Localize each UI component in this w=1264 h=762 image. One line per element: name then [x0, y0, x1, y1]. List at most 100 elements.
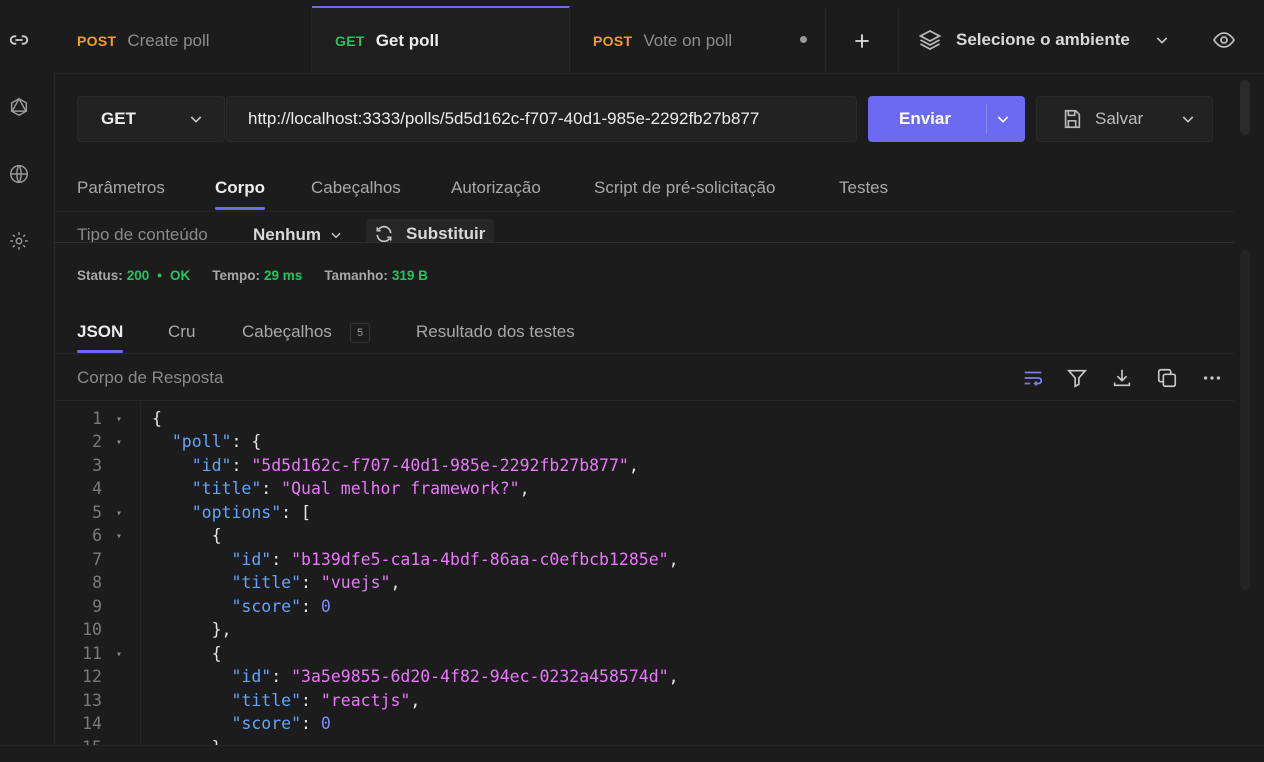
- new-tab-button[interactable]: [826, 8, 899, 73]
- line-number: 10: [82, 620, 102, 639]
- tab-tests[interactable]: Testes: [839, 178, 888, 198]
- tab-label: Create poll: [127, 30, 210, 50]
- link-icon[interactable]: [7, 28, 31, 52]
- refresh-icon: [376, 225, 392, 242]
- size-value: 319 B: [391, 268, 428, 283]
- more-icon[interactable]: [1200, 366, 1224, 390]
- code-line: "id": "3a5e9855-6d20-4f82-94ec-0232a4585…: [231, 667, 679, 686]
- replace-label: Substituir: [406, 224, 486, 242]
- chevron-down-icon: [1156, 37, 1168, 44]
- json-string: "vuejs": [320, 573, 391, 592]
- chevron-down-icon: [331, 232, 341, 239]
- line-number: 5: [92, 503, 102, 522]
- method-value: GET: [101, 109, 136, 128]
- json-key: "score": [231, 597, 302, 616]
- tab-body[interactable]: Corpo: [215, 178, 265, 198]
- code-line: "id": "5d5d162c-f707-40d1-985e-2292fb27b…: [191, 456, 639, 475]
- json-key: "id": [191, 456, 232, 475]
- tab-test-results[interactable]: Resultado dos testes: [416, 322, 575, 342]
- json-string: "Qual melhor framework?": [281, 479, 520, 498]
- gear-icon[interactable]: [7, 229, 31, 253]
- line-number: 12: [82, 667, 102, 686]
- code-line: "score": 0: [231, 714, 331, 733]
- tab-pre-request-script[interactable]: Script de pré-solicitação: [594, 178, 775, 198]
- layers-icon: [918, 29, 942, 51]
- json-number: 0: [320, 597, 331, 616]
- active-tab-indicator: [215, 207, 265, 210]
- json-string: "b139dfe5-ca1a-4bdf-86aa-c0efbcb1285e": [291, 550, 669, 569]
- download-icon[interactable]: [1110, 366, 1134, 390]
- json-string: "5d5d162c-f707-40d1-985e-2292fb27b877": [251, 456, 629, 475]
- copy-icon[interactable]: [1155, 366, 1179, 390]
- save-button[interactable]: Salvar: [1036, 96, 1213, 142]
- response-body-label: Corpo de Resposta: [77, 368, 224, 387]
- wrap-icon[interactable]: [1021, 366, 1045, 390]
- tab-get-poll[interactable]: GET Get poll: [312, 6, 570, 73]
- line-number: 4: [92, 479, 102, 498]
- tab-parameters[interactable]: Parâmetros: [77, 178, 165, 198]
- line-number: 6: [92, 526, 102, 545]
- fold-arrow-icon[interactable]: ▾: [116, 649, 122, 660]
- eye-icon[interactable]: [1212, 28, 1236, 57]
- save-label: Salvar: [1095, 109, 1144, 128]
- tab-label: Get poll: [375, 30, 439, 50]
- status-strip: [0, 745, 1264, 762]
- tab-label: Vote on poll: [643, 30, 733, 50]
- body-options-row: Tipo de conteúdo Nenhum Substituir: [54, 212, 1234, 242]
- json-key: "poll": [171, 432, 232, 451]
- tab-headers[interactable]: Cabeçalhos: [311, 178, 401, 198]
- response-body-editor[interactable]: 1 ▾ 2 ▾ 3 4 5 ▾ 6 ▾ 7 8 9 10 11 ▾ 12 13 14 15 { "poll": { "…: [54, 401, 1234, 745]
- headers-count-badge: 5: [350, 323, 370, 343]
- json-key: "options": [191, 503, 282, 522]
- fold-arrow-icon[interactable]: ▾: [116, 508, 122, 519]
- json-key: "title": [231, 573, 302, 592]
- tab-bar: POST Create poll GET Get poll POST Vote …: [54, 0, 1264, 74]
- code-line: {: [152, 526, 222, 545]
- tab-json[interactable]: JSON: [77, 322, 123, 342]
- line-number: 13: [82, 691, 102, 710]
- line-number: 2: [92, 432, 102, 451]
- scrollbar-thumb[interactable]: [1240, 80, 1250, 135]
- code-line: }: [152, 738, 222, 745]
- response-scrollbar[interactable]: [1240, 250, 1250, 590]
- tab-raw[interactable]: Cru: [168, 322, 195, 342]
- url-value: http://localhost:3333/polls/5d5d162c-f70…: [248, 109, 760, 128]
- code-line: {: [152, 409, 162, 428]
- chevron-down-icon[interactable]: [995, 111, 1011, 127]
- line-number: 9: [92, 597, 102, 616]
- fold-arrow-icon[interactable]: ▾: [116, 414, 122, 425]
- json-key: "title": [191, 479, 262, 498]
- line-number: 3: [92, 456, 102, 475]
- fold-arrow-icon[interactable]: ▾: [116, 531, 122, 542]
- method-select[interactable]: GET: [77, 96, 225, 142]
- code-line: "title": "reactjs",: [231, 691, 421, 710]
- json-key: "title": [231, 691, 302, 710]
- chevron-down-icon: [190, 116, 202, 123]
- json-string: "3a5e9855-6d20-4f82-94ec-0232a458574d": [291, 667, 669, 686]
- code-line: "options": [: [191, 503, 311, 522]
- code-line: },: [152, 620, 232, 639]
- environment-selector[interactable]: Selecione o ambiente: [918, 22, 1170, 58]
- fold-arrow-icon[interactable]: ▾: [116, 437, 122, 448]
- tab-method: POST: [593, 32, 633, 49]
- filter-icon[interactable]: [1065, 366, 1089, 390]
- graphql-icon[interactable]: [7, 95, 31, 119]
- url-input[interactable]: http://localhost:3333/polls/5d5d162c-f70…: [226, 96, 857, 142]
- tab-method: GET: [335, 32, 365, 49]
- tab-response-headers[interactable]: Cabeçalhos: [242, 322, 332, 342]
- json-key: "id": [231, 667, 272, 686]
- json-key: "score": [231, 714, 302, 733]
- content-type-label: Tipo de conteúdo: [77, 225, 208, 242]
- size-label: Tamanho:: [324, 268, 388, 283]
- globe-icon[interactable]: [7, 162, 31, 186]
- code-line: "title": "Qual melhor framework?",: [191, 479, 530, 498]
- replace-button[interactable]: Substituir: [366, 219, 494, 242]
- code-line: "id": "b139dfe5-ca1a-4bdf-86aa-c0efbcb12…: [231, 550, 679, 569]
- tab-vote-on-poll[interactable]: POST Vote on poll: [570, 8, 826, 73]
- send-button[interactable]: Enviar: [868, 96, 1025, 142]
- line-number: 15: [54, 738, 102, 745]
- tab-authorization[interactable]: Autorização: [451, 178, 541, 198]
- tab-create-poll[interactable]: POST Create poll: [54, 8, 312, 73]
- json-string: "reactjs": [320, 691, 411, 710]
- content-type-select[interactable]: Nenhum: [253, 225, 343, 242]
